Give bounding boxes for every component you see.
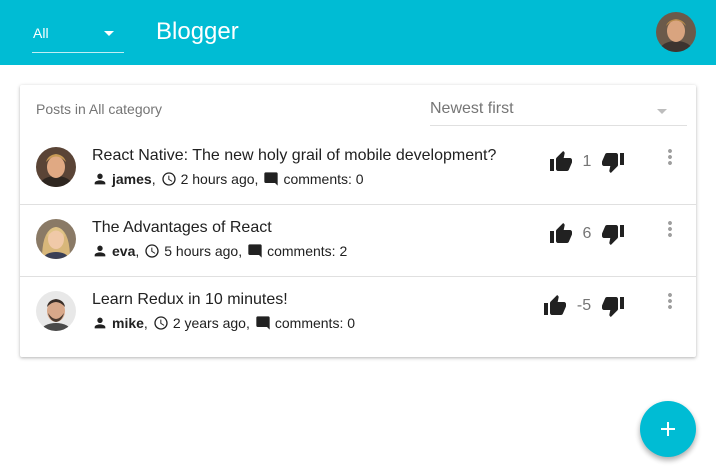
post-comments: comments: 0	[274, 315, 356, 331]
post-item: React Native: The new holy grail of mobi…	[20, 133, 696, 205]
sort-select[interactable]: Newest first	[430, 93, 687, 126]
thumb-down-icon[interactable]	[601, 150, 625, 174]
person-icon	[94, 317, 106, 329]
category-select[interactable]: All	[32, 18, 124, 53]
app-title: Blogger	[156, 18, 239, 45]
post-title[interactable]: React Native: The new holy grail of mobi…	[92, 147, 496, 165]
sort-select-value: Newest first	[430, 100, 514, 117]
dropdown-arrow-icon	[104, 31, 114, 36]
author-avatar-james	[36, 147, 76, 187]
post-comments: comments: 2	[267, 243, 348, 259]
vote-controls: -5	[543, 294, 625, 318]
post-score: -5	[576, 297, 592, 314]
person-icon	[94, 173, 106, 185]
category-select-value: All	[33, 25, 49, 41]
post-item: Learn Redux in 10 minutes! mike, 2 years…	[20, 277, 696, 349]
app-bar: All Blogger	[0, 0, 716, 65]
more-vert-icon[interactable]	[658, 289, 682, 313]
comment-icon	[264, 172, 279, 186]
author-avatar-eva	[36, 219, 76, 259]
post-comments: comments: 0	[283, 171, 364, 187]
post-title[interactable]: The Advantages of React	[92, 219, 272, 237]
post-author: james	[112, 171, 152, 187]
post-time: 5 hours ago	[164, 243, 239, 259]
post-time: 2 years ago	[172, 315, 246, 331]
add-icon	[661, 422, 675, 436]
post-author: eva	[112, 243, 136, 259]
thumb-up-icon[interactable]	[549, 150, 573, 174]
person-icon	[94, 245, 106, 257]
posts-category-label: Posts in All category	[36, 101, 163, 117]
clock-icon	[145, 244, 159, 258]
post-title[interactable]: Learn Redux in 10 minutes!	[92, 291, 288, 309]
post-meta: eva, 5 hours ago, comments: 2	[92, 243, 347, 259]
user-avatar-icon[interactable]	[656, 12, 696, 52]
more-vert-icon[interactable]	[658, 217, 682, 241]
clock-icon	[154, 316, 168, 330]
thumb-down-icon[interactable]	[601, 294, 625, 318]
comment-icon	[248, 244, 262, 258]
vote-controls: 1	[549, 150, 625, 174]
post-meta: james, 2 hours ago, comments: 0	[92, 171, 364, 187]
add-post-button[interactable]	[640, 401, 696, 457]
comment-icon	[256, 316, 270, 330]
posts-card: Posts in All category Newest first React…	[20, 85, 696, 357]
post-meta: mike, 2 years ago, comments: 0	[92, 315, 355, 331]
post-score: 1	[582, 153, 592, 170]
dropdown-arrow-icon	[657, 109, 667, 114]
post-item: The Advantages of React eva, 5 hours ago…	[20, 205, 696, 277]
post-score: 6	[582, 225, 592, 242]
post-author: mike	[112, 315, 144, 331]
thumb-down-icon[interactable]	[601, 222, 625, 246]
more-vert-icon[interactable]	[658, 145, 682, 169]
clock-icon	[161, 172, 176, 186]
thumb-up-icon[interactable]	[543, 294, 567, 318]
author-avatar-mike	[36, 291, 76, 331]
vote-controls: 6	[549, 222, 625, 246]
post-time: 2 hours ago	[180, 171, 255, 187]
thumb-up-icon[interactable]	[549, 222, 573, 246]
